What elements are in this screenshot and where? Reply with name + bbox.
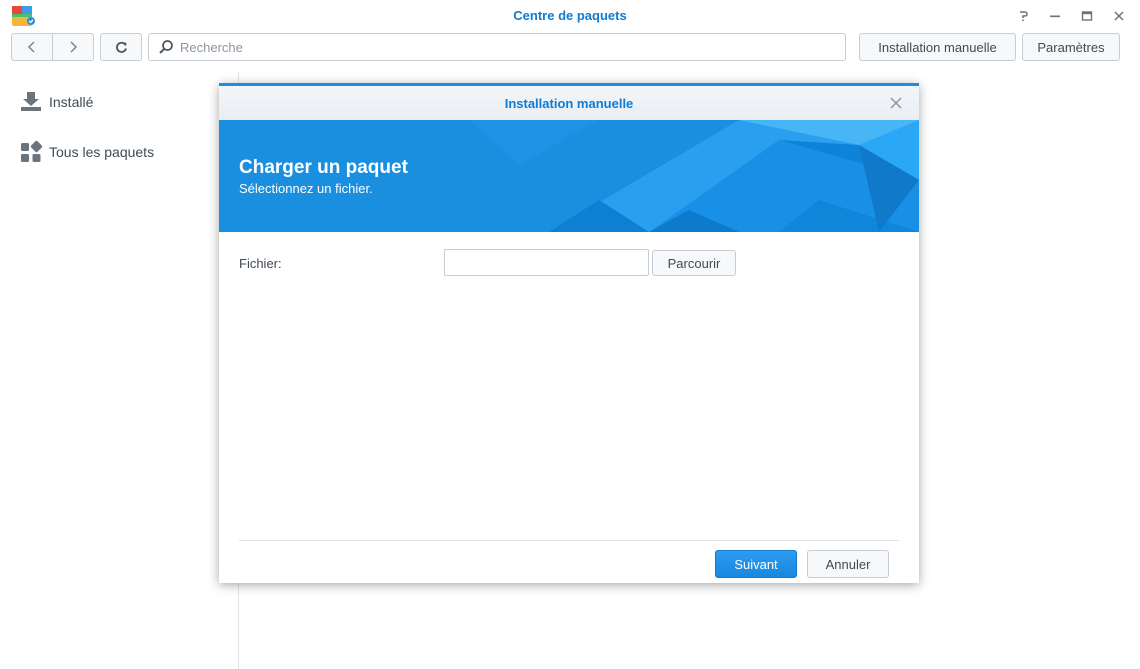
sidebar-item-all-packages[interactable]: Tous les paquets bbox=[20, 140, 154, 164]
window-titlebar: Centre de paquets bbox=[0, 0, 1140, 33]
close-icon[interactable] bbox=[1108, 6, 1130, 26]
search-input[interactable] bbox=[180, 35, 845, 59]
refresh-button[interactable] bbox=[100, 33, 142, 61]
window-title: Centre de paquets bbox=[513, 8, 627, 23]
back-button[interactable] bbox=[12, 34, 52, 60]
download-icon bbox=[20, 91, 42, 113]
search-icon bbox=[158, 39, 174, 55]
forward-button[interactable] bbox=[52, 34, 93, 60]
maximize-icon[interactable] bbox=[1076, 6, 1098, 26]
next-button[interactable]: Suivant bbox=[715, 550, 797, 578]
dialog-banner: Charger un paquet Sélectionnez un fichie… bbox=[219, 120, 919, 232]
file-label: Fichier: bbox=[239, 256, 282, 271]
help-icon[interactable] bbox=[1012, 6, 1034, 26]
sidebar: Installé Tous les paquets bbox=[0, 72, 238, 669]
file-path-input[interactable] bbox=[444, 249, 649, 276]
chevron-left-icon bbox=[27, 41, 35, 53]
browse-button[interactable]: Parcourir bbox=[652, 250, 736, 276]
manual-install-button[interactable]: Installation manuelle bbox=[859, 33, 1016, 61]
cancel-button[interactable]: Annuler bbox=[807, 550, 889, 578]
refresh-icon bbox=[115, 41, 127, 53]
navigation-group bbox=[11, 33, 94, 61]
dialog-close-icon[interactable] bbox=[888, 95, 904, 111]
banner-subtitle: Sélectionnez un fichier. bbox=[239, 181, 373, 196]
chevron-right-icon bbox=[70, 41, 78, 53]
sidebar-item-label: Tous les paquets bbox=[49, 144, 155, 160]
search-box[interactable] bbox=[148, 33, 846, 61]
dialog-footer-divider bbox=[239, 540, 899, 541]
grid-icon bbox=[20, 141, 42, 163]
banner-title: Charger un paquet bbox=[239, 157, 408, 178]
minimize-icon[interactable] bbox=[1044, 6, 1066, 26]
toolbar: Installation manuelle Paramètres bbox=[0, 33, 1140, 63]
manual-install-dialog: Installation manuelle Charger un paquet … bbox=[219, 83, 919, 583]
sidebar-item-label: Installé bbox=[49, 94, 94, 110]
dialog-title: Installation manuelle bbox=[504, 96, 634, 111]
sidebar-item-installed[interactable]: Installé bbox=[20, 90, 93, 114]
settings-button[interactable]: Paramètres bbox=[1022, 33, 1120, 61]
dialog-header: Installation manuelle bbox=[219, 86, 919, 120]
